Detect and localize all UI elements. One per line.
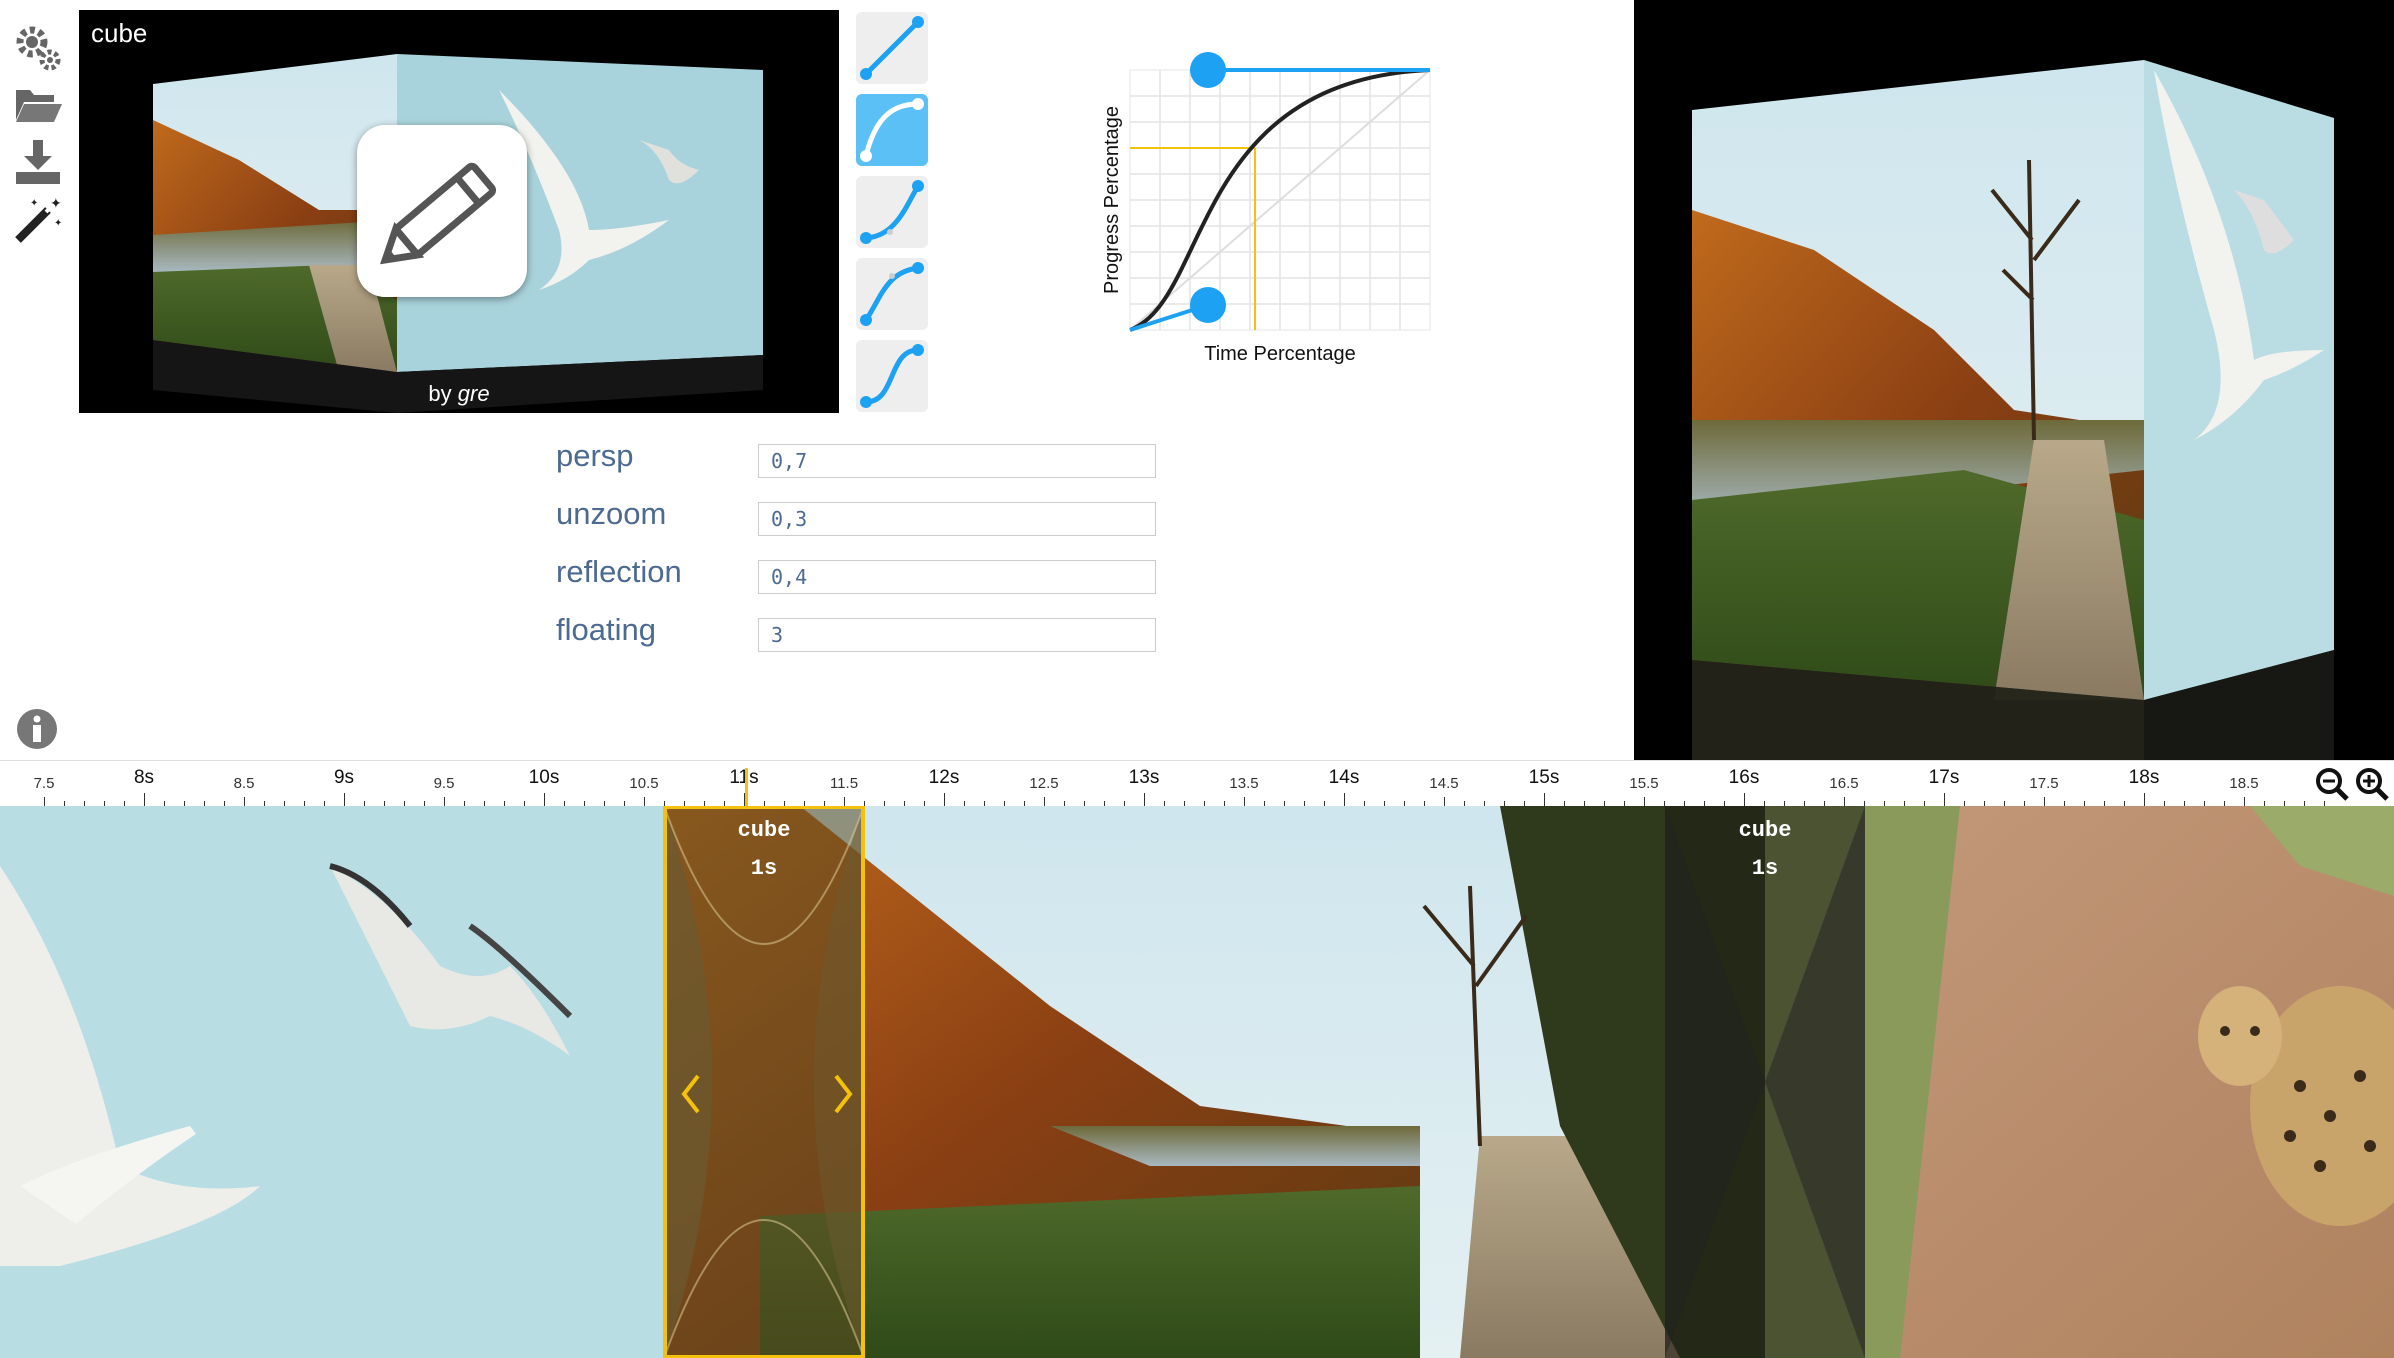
tick-label: 16s (1728, 767, 1760, 788)
transition-2-name: cube (1738, 818, 1792, 843)
download-button[interactable] (12, 136, 64, 188)
zoom-in-icon (2356, 768, 2389, 801)
tick-mark (1944, 793, 1945, 807)
settings-button[interactable] (12, 20, 64, 72)
param-label-floating: floating (556, 612, 656, 647)
info-button[interactable] (16, 708, 58, 750)
easing-preset-linear[interactable] (856, 12, 928, 84)
easing-ease-icon (860, 98, 924, 162)
folder-open-icon (16, 90, 62, 122)
tick-label: 12.5 (1029, 775, 1059, 792)
transition-preview: cube by gre (79, 10, 839, 413)
cube-3d-view (1634, 0, 2394, 760)
transition-1-duration: 1s (750, 856, 778, 881)
tick-label: 17.5 (2029, 775, 2059, 792)
tick-label: 16.5 (1829, 775, 1859, 792)
tick-label: 13s (1128, 767, 1160, 788)
magic-wand-button[interactable]: ✦ ✦ ✦ (12, 194, 64, 246)
tick-mark (1144, 793, 1145, 807)
preview-title: cube (91, 18, 148, 48)
easing-linear-icon (860, 16, 924, 80)
control-point-2-handle[interactable] (1190, 52, 1226, 88)
svg-text:✦: ✦ (30, 198, 38, 209)
preview-author: by gre (79, 381, 839, 407)
tick-label: 11.5 (829, 775, 859, 792)
tick-mark (1744, 793, 1745, 807)
download-icon (16, 140, 60, 184)
info-icon (17, 709, 57, 749)
svg-text:✦: ✦ (50, 195, 62, 211)
tick-label: 7.5 (33, 775, 55, 792)
svg-text:✦: ✦ (54, 218, 62, 229)
tick-label: 18.5 (2229, 775, 2259, 792)
tick-mark (1344, 793, 1345, 807)
timeline-track: cube 1s cube 1s (0, 806, 2394, 1358)
param-label-reflection: reflection (556, 554, 682, 589)
tick-label: 8.5 (233, 775, 255, 792)
tick-label: 8s (133, 767, 155, 788)
author-name: gre (457, 381, 490, 406)
pencil-icon (380, 162, 497, 265)
easing-curve-editor[interactable]: Time Percentage Progress Percentage (1090, 50, 1450, 370)
tick-label: 13.5 (1229, 775, 1259, 792)
author-prefix: by (428, 381, 458, 406)
easing-grid (1129, 69, 1431, 331)
easing-ease-in-icon (860, 180, 924, 244)
timeline-ruler[interactable]: 7.5 8s 8.5 9s 9.5 10s 10.5 11s 11.5 12s 12.5 13s 13.… (0, 760, 2394, 807)
transition-2-duration: 1s (1751, 856, 1779, 881)
transition-block-2[interactable] (1665, 806, 1865, 1358)
control-point-1-handle[interactable] (1190, 287, 1226, 323)
param-input-reflection[interactable] (758, 560, 1156, 594)
tick-mark (944, 793, 945, 807)
tick-label: 10s (528, 767, 560, 788)
tick-label: 9s (333, 767, 355, 788)
param-input-floating[interactable] (758, 618, 1156, 652)
easing-preset-ease[interactable] (856, 94, 928, 166)
zoom-out-button[interactable] (2314, 766, 2350, 802)
param-input-persp[interactable] (758, 444, 1156, 478)
magic-wand-icon: ✦ ✦ ✦ (15, 195, 62, 243)
tick-label: 12s (928, 767, 960, 788)
easing-ease-in-out-icon (860, 344, 924, 408)
tick-mark (144, 793, 145, 807)
tick-label: 15.5 (1629, 775, 1659, 792)
tick-mark (344, 793, 345, 807)
open-button[interactable] (12, 78, 64, 130)
x-axis-label: Time Percentage (1204, 343, 1356, 365)
playhead[interactable] (745, 768, 748, 808)
easing-preset-ease-out[interactable] (856, 258, 928, 330)
tick-label: 11s (729, 767, 759, 788)
cube-3d-render (1692, 60, 2334, 760)
param-input-unzoom[interactable] (758, 502, 1156, 536)
y-axis-label: Progress Percentage (1101, 106, 1123, 294)
tick-label: 14s (1328, 767, 1360, 788)
tick-mark (544, 793, 545, 807)
transition-1-name: cube (737, 818, 791, 843)
easing-preset-ease-in-out[interactable] (856, 340, 928, 412)
tick-mark (2144, 793, 2145, 807)
gear-icon (16, 26, 61, 71)
tick-label: 17s (1928, 767, 1960, 788)
tick-label: 15s (1528, 767, 1560, 788)
easing-ease-out-icon (860, 262, 924, 326)
easing-preset-ease-in[interactable] (856, 176, 928, 248)
tick-label: 9.5 (433, 775, 455, 792)
tick-mark (1544, 793, 1545, 807)
clip-thumbnails (0, 806, 2394, 1358)
zoom-out-icon (2316, 768, 2349, 801)
param-label-persp: persp (556, 438, 634, 473)
tick-label: 18s (2128, 767, 2160, 788)
param-label-unzoom: unzoom (556, 496, 667, 531)
edit-transition-button[interactable] (357, 125, 527, 297)
tick-label: 14.5 (1429, 775, 1459, 792)
zoom-in-button[interactable] (2354, 766, 2390, 802)
tick-label: 10.5 (629, 775, 659, 792)
transition-block-1[interactable] (663, 806, 865, 1358)
